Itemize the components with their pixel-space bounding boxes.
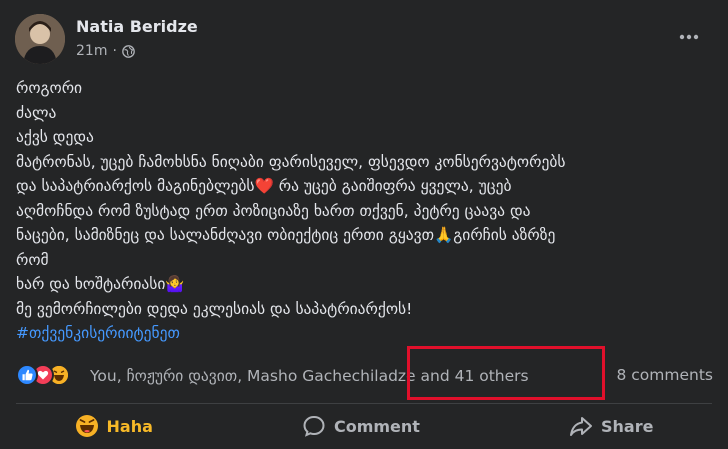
haha-button[interactable]: Haha xyxy=(75,414,153,438)
hashtag-link[interactable]: #თქვენკისერიიტენეთ xyxy=(16,321,716,346)
post-line: ხარ და ხოშტარიასი🤷‍♀️ xyxy=(16,272,716,297)
pray-emoji: 🙏 xyxy=(433,226,454,244)
author-avatar[interactable] xyxy=(15,14,65,64)
comment-label: Comment xyxy=(333,416,420,436)
post-line-text: და საპატრიარქოს მაგინებლებს xyxy=(16,177,255,195)
haha-icon xyxy=(75,415,98,437)
post-line: მატრონას, უცებ ჩამოხსნა ნიღაბი ფარისეველ… xyxy=(16,152,566,171)
person-shrug-emoji: 🤷‍♀️ xyxy=(165,275,185,293)
avatar-image xyxy=(15,14,65,64)
comment-icon xyxy=(303,415,325,437)
haha-label: Haha xyxy=(106,416,153,436)
post-time[interactable]: 21m xyxy=(76,43,107,59)
privacy-icon[interactable] xyxy=(122,44,135,58)
post-text: როგორი ძალა აქვს დედა მატრონას, უცებ ჩამ… xyxy=(16,76,716,346)
comment-button[interactable]: Comment xyxy=(302,414,420,438)
post-line: როგორი xyxy=(16,79,83,97)
meta-separator: · xyxy=(112,43,117,59)
post-line: აღმოჩნდა რომ ზუსტად ერთ პოზიციაზე ხართ თ… xyxy=(16,201,531,220)
post-line: ნაცები, სამიზნეც და სალანძღავი ობიექტიც … xyxy=(16,223,716,248)
more-options-icon[interactable] xyxy=(676,27,702,47)
comments-count[interactable]: 8 comments xyxy=(616,366,713,384)
share-icon xyxy=(570,417,592,436)
share-label: Share xyxy=(601,416,654,436)
like-icon xyxy=(16,364,38,386)
highlight-box xyxy=(407,346,605,400)
post-line: და საპატრიარქოს მაგინებლებს❤️ რა უცებ გა… xyxy=(16,174,716,199)
heart-emoji: ❤️ xyxy=(254,177,274,195)
post-line-text: ნაცები, სამიზნეც და სალანძღავი ობიექტიც … xyxy=(16,226,434,244)
post-line-text: რა უცებ გაიშიფრა ყველა, უცებ xyxy=(273,177,512,195)
reaction-icons[interactable] xyxy=(16,364,70,386)
author-name[interactable]: Natia Beridze xyxy=(76,17,198,36)
share-button[interactable]: Share xyxy=(569,414,653,438)
post-line-text: გირჩის აზრზე xyxy=(453,226,556,244)
post-line: ძალა xyxy=(16,103,57,122)
post-meta: 21m · xyxy=(76,43,135,59)
post-line-text: ხარ და ხოშტარიასი xyxy=(16,275,166,293)
divider xyxy=(16,403,712,404)
post-line: რომ xyxy=(16,250,49,269)
post-line: მე ვემორჩილები დედა ეკლესიას და საპატრია… xyxy=(16,299,413,318)
post-line: აქვს დედა xyxy=(16,128,94,146)
action-bar: Haha Comment Share xyxy=(0,407,728,445)
